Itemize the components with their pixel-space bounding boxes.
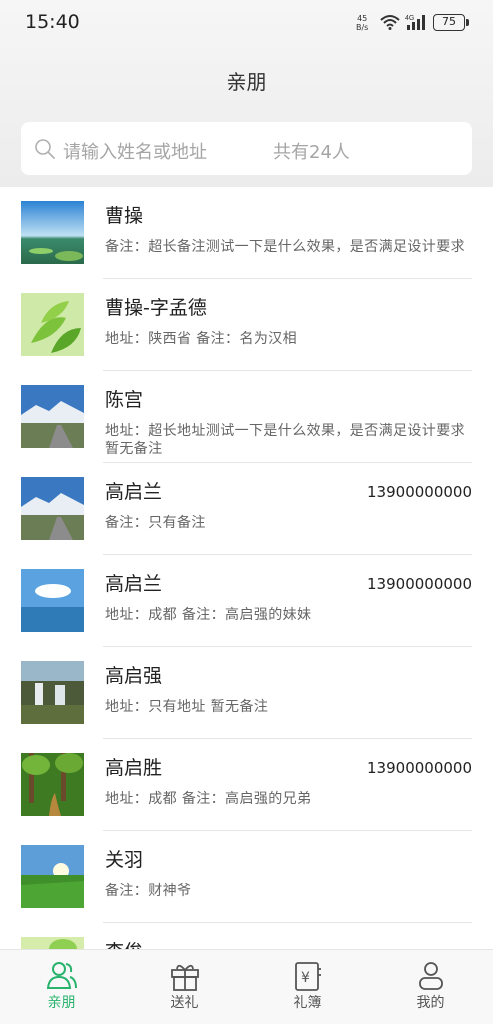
page-title: 亲朋 [226, 70, 267, 94]
list-item[interactable]: 曹操 备注：超长备注测试一下是什么效果，是否满足设计要求 [0, 187, 493, 279]
ledger-icon: ¥ [295, 962, 321, 991]
avatar [21, 477, 84, 540]
wifi-icon [380, 15, 400, 30]
tab-friends[interactable]: 亲朋 [0, 950, 123, 1024]
contact-subtitle: 备注：财神爷 [105, 883, 192, 899]
contact-subtitle: 地址：成都 备注：高启强的妹妹 [105, 607, 312, 623]
network-type: 4G [405, 15, 414, 22]
contact-subtitle: 地址：成都 备注：高启强的兄弟 [105, 791, 312, 807]
list-item[interactable]: 高启胜 13900000000 地址：成都 备注：高启强的兄弟 [0, 739, 493, 831]
avatar [21, 845, 84, 908]
tab-profile[interactable]: 我的 [369, 950, 492, 1024]
avatar [21, 385, 84, 448]
contact-name: 李俊 [105, 937, 143, 949]
tab-gift[interactable]: 送礼 [123, 950, 246, 1024]
avatar [21, 661, 84, 724]
contact-list[interactable]: 曹操 备注：超长备注测试一下是什么效果，是否满足设计要求 曹操-字孟德 地址：陕… [0, 187, 493, 949]
contact-subtitle: 地址：陕西省 备注：名为汉相 [105, 331, 298, 347]
contact-subtitle: 备注：只有备注 [105, 515, 206, 531]
tab-bar: 亲朋 送礼 ¥ 礼簿 我的 [0, 949, 493, 1024]
battery-icon: 75 [433, 14, 465, 31]
contact-phone: 13900000000 [367, 759, 472, 777]
net-speed-value: 45 [357, 14, 368, 23]
list-item[interactable]: 高启兰 13900000000 备注：只有备注 [0, 463, 493, 555]
battery-cap [466, 19, 469, 26]
tab-label: 送礼 [170, 995, 199, 1011]
list-item[interactable]: 陈宫 地址：超长地址测试一下是什么效果，是否满足设计要求 暂无备注 [0, 371, 493, 463]
net-speed: 45 B/s [356, 14, 368, 32]
status-bar: 15:40 45 B/s 4G 75 [0, 0, 493, 46]
list-item[interactable]: 李俊 [0, 923, 493, 949]
battery-level: 75 [442, 15, 456, 28]
avatar [21, 753, 84, 816]
profile-icon [419, 962, 443, 990]
contact-phone: 13900000000 [367, 483, 472, 501]
avatar [21, 569, 84, 632]
avatar [21, 293, 84, 356]
friends-icon [46, 962, 77, 989]
tab-label: 我的 [416, 995, 445, 1011]
signal-icon: 4G [405, 15, 425, 30]
search-bar[interactable]: 请输入姓名或地址 共有24人 [21, 122, 472, 175]
list-item[interactable]: 高启兰 13900000000 地址：成都 备注：高启强的妹妹 [0, 555, 493, 647]
net-speed-unit: B/s [356, 23, 369, 32]
contact-name: 曹操-字孟德 [105, 297, 207, 319]
tab-ledger[interactable]: ¥ 礼簿 [246, 950, 369, 1024]
gift-icon [171, 964, 199, 991]
contact-subtitle: 备注：超长备注测试一下是什么效果，是否满足设计要求 [105, 239, 465, 255]
tab-label: 亲朋 [47, 995, 76, 1011]
contact-name: 高启兰 [105, 481, 163, 503]
contact-name: 高启兰 [105, 573, 163, 595]
contact-subtitle: 地址：超长地址测试一下是什么效果，是否满足设计要求 暂无备注 [105, 423, 465, 457]
list-item[interactable]: 关羽 备注：财神爷 [0, 831, 493, 923]
contact-name: 高启胜 [105, 757, 163, 779]
avatar [21, 201, 84, 264]
contact-name: 高启强 [105, 665, 163, 687]
contact-name: 陈宫 [105, 389, 144, 411]
tab-label: 礼簿 [293, 995, 322, 1011]
search-input[interactable]: 请输入姓名或地址 [63, 138, 207, 164]
contact-phone: 13900000000 [367, 575, 472, 593]
contact-count: 共有24人 [273, 142, 350, 163]
contact-name: 关羽 [105, 849, 144, 871]
svg-text:¥: ¥ [301, 970, 310, 986]
status-time: 15:40 [25, 11, 80, 33]
list-item[interactable]: 曹操-字孟德 地址：陕西省 备注：名为汉相 [0, 279, 493, 371]
list-item[interactable]: 高启强 地址：只有地址 暂无备注 [0, 647, 493, 739]
search-icon [35, 139, 55, 159]
avatar [21, 937, 84, 949]
contact-name: 曹操 [105, 205, 144, 227]
contact-subtitle: 地址：只有地址 暂无备注 [105, 699, 269, 715]
